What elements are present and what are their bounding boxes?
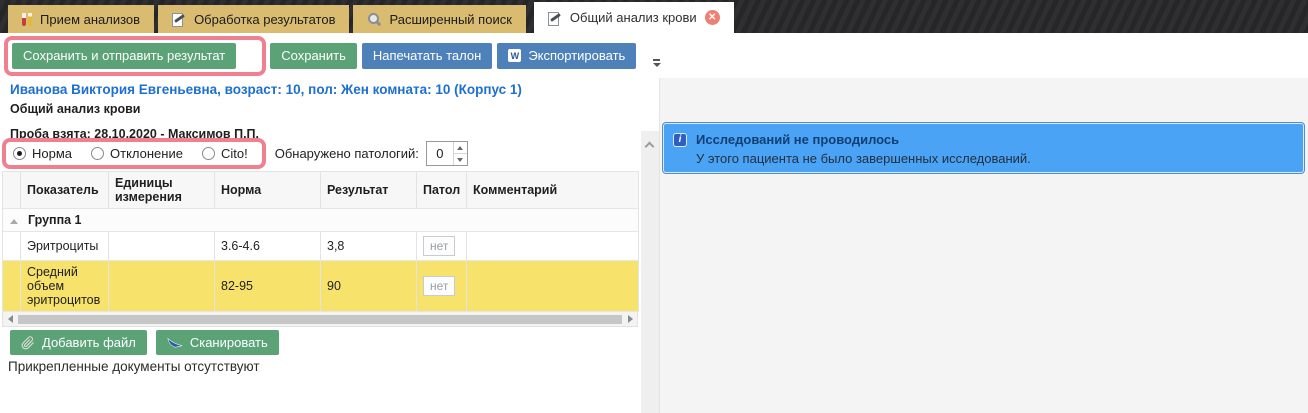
document-edit-icon: [548, 11, 562, 25]
cell-norm[interactable]: 3.6-4.6: [215, 232, 321, 261]
alert-text: У этого пациента не было завершенных исс…: [664, 147, 1303, 166]
radio-otklonenie[interactable]: Отклонение: [91, 146, 183, 161]
stepper-down-button[interactable]: [454, 153, 467, 165]
export-button[interactable]: Экспортировать: [497, 43, 636, 69]
radio-label: Cito!: [221, 146, 248, 161]
add-file-button[interactable]: Добавить файл: [10, 330, 147, 355]
document-edit-icon: [172, 12, 186, 26]
table-header-row: Показатель Единицы измерения Норма Резул…: [3, 172, 639, 209]
chevron-up-icon: [457, 146, 463, 150]
group-row[interactable]: Группа 1: [3, 209, 639, 232]
results-table-wrap: Показатель Единицы измерения Норма Резул…: [2, 171, 638, 327]
tab-priem-analizov[interactable]: Прием анализов: [8, 5, 154, 33]
info-icon: i: [673, 133, 687, 147]
radio-norma[interactable]: Норма: [13, 146, 72, 161]
cell-result[interactable]: 90: [321, 261, 417, 312]
scan-label: Сканировать: [190, 335, 268, 350]
stepper-up-button[interactable]: [454, 142, 467, 153]
scroll-right-arrow-icon[interactable]: [623, 315, 637, 323]
status-row: Норма Отклонение Cito! Обнаружено патоло…: [2, 138, 468, 169]
cell-indicator[interactable]: Эритроциты: [21, 232, 109, 261]
save-and-send-result-button[interactable]: Сохранить и отправить результат: [12, 43, 236, 69]
cell-units[interactable]: [109, 232, 215, 261]
save-button[interactable]: Сохранить: [270, 43, 357, 69]
alert-title: Исследований не проводилось: [696, 132, 899, 147]
results-table: Показатель Единицы измерения Норма Резул…: [2, 171, 639, 312]
patient-block: Иванова Виктория Евгеньевна, возраст: 10…: [10, 82, 522, 141]
row-expand-cell: [3, 232, 21, 261]
column-header-comment[interactable]: Комментарий: [467, 172, 639, 209]
print-ticket-button[interactable]: Напечатать талон: [362, 43, 492, 69]
pathology-chip[interactable]: нет: [423, 236, 455, 256]
scan-button[interactable]: Сканировать: [156, 330, 279, 355]
word-doc-icon: [508, 49, 521, 62]
cell-indicator[interactable]: Средний объем эритроцитов: [21, 261, 109, 312]
tab-bar: Прием анализов Обработка результатов Рас…: [0, 0, 1308, 33]
row-expand-cell: [3, 261, 21, 312]
cell-units[interactable]: [109, 261, 215, 312]
pathology-count-value[interactable]: 0: [427, 142, 453, 165]
annotation-highlight-radios: Норма Отклонение Cito!: [2, 138, 266, 169]
scroll-left-arrow-icon[interactable]: [3, 315, 17, 323]
cell-comment[interactable]: [467, 232, 639, 261]
cell-pathology: нет: [417, 261, 467, 312]
column-header-result[interactable]: Результат: [321, 172, 417, 209]
toolbar-overflow-button[interactable]: [649, 41, 664, 71]
completed-studies-panel: i Исследований не проводилось У этого па…: [659, 78, 1308, 413]
toolbar: Сохранить и отправить результат Сохранит…: [0, 33, 1308, 78]
tab-label: Прием анализов: [40, 12, 140, 27]
tab-label: Расширенный поиск: [389, 12, 511, 27]
search-icon: [367, 12, 381, 26]
radio-label: Норма: [32, 146, 72, 161]
analysis-title: Общий анализ крови: [10, 102, 522, 116]
overflow-bar-icon: [653, 59, 660, 61]
radio-label: Отклонение: [110, 146, 183, 161]
add-file-label: Добавить файл: [42, 335, 136, 350]
cell-comment[interactable]: [467, 261, 639, 312]
chevron-down-icon: [457, 158, 463, 162]
stepper-buttons: [453, 142, 467, 165]
radio-cito[interactable]: Cito!: [202, 146, 248, 161]
paperclip-icon: [21, 336, 35, 350]
alert-title-row: i Исследований не проводилось: [664, 124, 1303, 147]
radio-unchecked-icon: [91, 147, 104, 160]
column-header-pathology[interactable]: Патол: [417, 172, 467, 209]
column-header-norm[interactable]: Норма: [215, 172, 321, 209]
tab-label: Общий анализ крови: [570, 10, 697, 25]
radio-unchecked-icon: [202, 147, 215, 160]
pathology-chip[interactable]: нет: [423, 276, 455, 296]
cell-pathology: нет: [417, 232, 467, 261]
expand-column-header: [3, 172, 21, 209]
column-header-units[interactable]: Единицы измерения: [109, 172, 215, 209]
pathology-count-label: Обнаружено патологий:: [275, 146, 419, 161]
tab-obrabotka-rezultatov[interactable]: Обработка результатов: [158, 5, 349, 33]
cell-norm[interactable]: 82-95: [215, 261, 321, 312]
tab-label: Обработка результатов: [194, 12, 335, 27]
annotation-highlight-save-send: Сохранить и отправить результат: [4, 36, 266, 76]
table-row-highlighted[interactable]: Средний объем эритроцитов 82-95 90 нет: [3, 261, 639, 312]
tab-rasshirennyi-poisk[interactable]: Расширенный поиск: [353, 5, 525, 33]
cell-result[interactable]: 3,8: [321, 232, 417, 261]
scroll-up-arrow-icon[interactable]: [645, 142, 655, 152]
scan-icon: [167, 336, 183, 349]
info-alert: i Исследований не проводилось У этого па…: [663, 123, 1304, 173]
export-button-label: Экспортировать: [528, 48, 625, 63]
close-icon[interactable]: ✕: [705, 10, 720, 25]
column-header-indicator[interactable]: Показатель: [21, 172, 109, 209]
scrollbar-thumb[interactable]: [18, 315, 622, 324]
horizontal-scrollbar[interactable]: [2, 312, 638, 327]
patient-name-line: Иванова Виктория Евгеньевна, возраст: 10…: [10, 82, 522, 97]
test-tubes-icon: [22, 12, 32, 26]
chevron-down-icon: [653, 63, 661, 67]
radio-checked-icon: [13, 147, 26, 160]
attachments-empty-text: Прикрепленные документы отсутствуют: [8, 359, 260, 374]
table-row[interactable]: Эритроциты 3.6-4.6 3,8 нет: [3, 232, 639, 261]
pathology-count-stepper[interactable]: 0: [426, 141, 468, 166]
attachments-actions: Добавить файл Сканировать: [10, 330, 279, 355]
collapse-triangle-icon[interactable]: [10, 219, 18, 224]
tab-obshchii-analiz-krovi[interactable]: Общий анализ крови ✕: [534, 2, 734, 33]
group-label: Группа 1: [28, 213, 82, 227]
lab-app-window: Прием анализов Обработка результатов Рас…: [0, 0, 1308, 413]
vertical-scrollbar[interactable]: [641, 131, 659, 413]
